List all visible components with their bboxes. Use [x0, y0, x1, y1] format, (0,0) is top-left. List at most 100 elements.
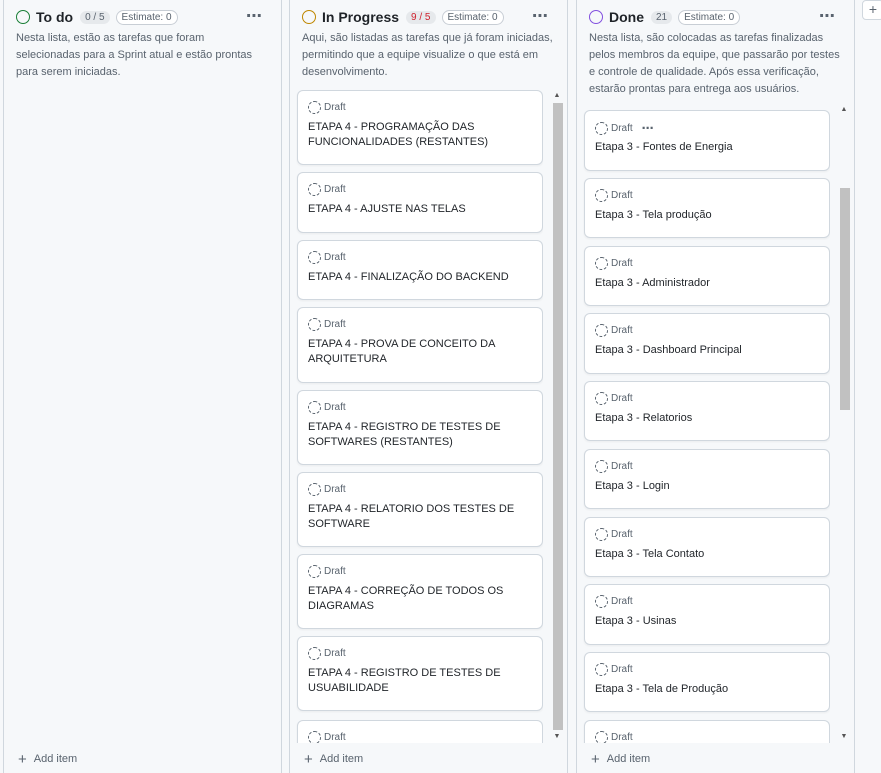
draft-icon [308, 318, 321, 331]
item-count-badge: 9 / 5 [406, 10, 436, 24]
card-item[interactable]: Draft ETAPA 4 - REGISTRO DE TESTES DE SO… [297, 390, 543, 465]
card-item[interactable]: Draft ETAPA 4 - FINALIZAÇÃO DO BACKEND [297, 240, 543, 300]
card-title[interactable]: Etapa 3 - Administrador [595, 276, 819, 291]
draft-text: Draft [324, 566, 346, 577]
draft-label: Draft ⋯ [595, 121, 655, 135]
estimate-badge: Estimate: 0 [678, 9, 741, 25]
card-item[interactable]: Draft ETAPA 4 - CORREÇÃO DE TODOS OS DIA… [297, 554, 543, 629]
column-menu-icon[interactable]: ⋯ [532, 6, 549, 26]
scroll-up-icon[interactable]: ▲ [551, 90, 563, 102]
card-item[interactable]: Draft Etapa 3 - Tela de Produção [584, 652, 830, 712]
column-in-progress: In Progress 9 / 5 Estimate: 0 ⋯ Aqui, sã… [289, 0, 568, 773]
card-item[interactable]: Draft [584, 720, 830, 743]
scroll-thumb[interactable] [553, 103, 563, 730]
card-title[interactable]: ETAPA 4 - PROGRAMAÇÃO DAS FUNCIONALIDADE… [308, 120, 532, 150]
card-title[interactable]: ETAPA 4 - REGISTRO DE TESTES DE SOFTWARE… [308, 420, 532, 450]
card-item[interactable]: Draft ETAPA 4 - PROGRAMAÇÃO DAS FUNCIONA… [297, 90, 543, 165]
scroll-down-icon[interactable]: ▼ [551, 731, 563, 743]
card-item[interactable]: Draft Etapa 3 - Relatorios [584, 381, 830, 441]
scrollbar[interactable]: ▲ ▼ [838, 104, 850, 743]
draft-text: Draft [324, 184, 346, 195]
draft-text: Draft [611, 664, 633, 675]
card-title[interactable]: ETAPA 4 - FINALIZAÇÃO DO BACKEND [308, 270, 532, 285]
scroll-thumb[interactable] [840, 188, 850, 410]
draft-label: Draft [595, 257, 633, 270]
scroll-down-icon[interactable]: ▼ [838, 731, 850, 743]
draft-icon [308, 251, 321, 264]
card-title[interactable]: Etapa 3 - Fontes de Energia [595, 140, 819, 155]
draft-label: Draft [308, 101, 346, 114]
draft-text: Draft [324, 102, 346, 113]
draft-text: Draft [324, 319, 346, 330]
column-header: To do 0 / 5 Estimate: 0 [4, 0, 281, 34]
card-title[interactable]: Etapa 3 - Usinas [595, 614, 819, 629]
draft-icon [595, 663, 608, 676]
column-menu-icon[interactable]: ⋯ [246, 6, 263, 26]
done-status-icon [589, 10, 603, 24]
card-title[interactable]: Etapa 3 - Dashboard Principal [595, 343, 819, 358]
draft-text: Draft [324, 402, 346, 413]
draft-text: Draft [324, 732, 346, 743]
card-item[interactable]: Draft Etapa 3 - Tela Contato [584, 517, 830, 577]
draft-label: Draft [308, 483, 346, 496]
draft-icon [308, 731, 321, 743]
card-item[interactable]: Draft Etapa 3 - Usinas [584, 584, 830, 645]
card-menu-icon[interactable]: ⋯ [642, 121, 655, 135]
draft-icon [308, 401, 321, 414]
plus-icon: + [591, 750, 600, 768]
draft-text: Draft [611, 190, 633, 201]
card-title[interactable]: Etapa 3 - Tela de Produção [595, 682, 819, 697]
card-title[interactable]: Etapa 3 - Tela produção [595, 208, 819, 223]
card-title[interactable]: ETAPA 4 - REGISTRO DE TESTES DE USUABILI… [308, 666, 532, 696]
add-item-button[interactable]: + Add item [591, 750, 651, 768]
draft-icon [595, 121, 608, 135]
card-item[interactable]: Draft Etapa 3 - Tela produção [584, 178, 830, 238]
draft-icon [595, 731, 608, 743]
draft-text: Draft [611, 325, 633, 336]
draft-text: Draft [324, 252, 346, 263]
card-item[interactable]: Draft Etapa 3 - Login [584, 449, 830, 509]
add-item-button[interactable]: + Add item [304, 752, 363, 767]
card-item[interactable]: Draft ETAPA 4 - RELATORIO DOS TESTES DE … [297, 472, 543, 547]
card-title[interactable]: ETAPA 4 - AJUSTE NAS TELAS [308, 202, 532, 217]
draft-label: Draft [595, 528, 633, 541]
card-item[interactable]: Draft Etapa 3 - Dashboard Principal [584, 313, 830, 374]
column-header: In Progress 9 / 5 Estimate: 0 [290, 0, 567, 34]
add-item-label: Add item [606, 753, 651, 765]
draft-label: Draft [308, 647, 346, 660]
card-title[interactable]: ETAPA 4 - RELATORIO DOS TESTES DE SOFTWA… [308, 502, 532, 532]
card-title[interactable]: Etapa 3 - Tela Contato [595, 547, 819, 562]
add-column-button[interactable]: + [862, 0, 881, 20]
card-item[interactable]: Draft ⋯ Etapa 3 - Fontes de Energia [584, 110, 830, 171]
scroll-up-icon[interactable]: ▲ [838, 104, 850, 116]
draft-text: Draft [611, 461, 633, 472]
draft-label: Draft [308, 565, 346, 578]
draft-icon [595, 189, 608, 202]
project-board: To do 0 / 5 Estimate: 0 ⋯ Nesta lista, e… [0, 0, 881, 773]
scrollbar[interactable]: ▲ ▼ [551, 90, 563, 743]
draft-label: Draft [308, 251, 346, 264]
todo-status-icon [16, 10, 30, 24]
item-count-badge: 0 / 5 [80, 10, 110, 24]
draft-text: Draft [611, 258, 633, 269]
draft-text: Draft [611, 732, 633, 743]
card-item[interactable]: Draft Etapa 3 - Administrador [584, 246, 830, 306]
card-item[interactable]: Draft [297, 720, 543, 743]
column-menu-icon[interactable]: ⋯ [819, 6, 836, 26]
draft-icon [595, 324, 608, 337]
card-item[interactable]: Draft ETAPA 4 - AJUSTE NAS TELAS [297, 172, 543, 233]
add-item-label: Add item [33, 753, 78, 765]
item-count-badge: 21 [651, 10, 673, 24]
card-title[interactable]: Etapa 3 - Relatorios [595, 411, 819, 426]
card-item[interactable]: Draft ETAPA 4 - REGISTRO DE TESTES DE US… [297, 636, 543, 711]
card-title[interactable]: Etapa 3 - Login [595, 479, 819, 494]
card-item[interactable]: Draft ETAPA 4 - PROVA DE CONCEITO DA ARQ… [297, 307, 543, 383]
draft-icon [308, 483, 321, 496]
draft-icon [595, 460, 608, 473]
column-description: Aqui, são listadas as tarefas que já for… [302, 32, 553, 78]
add-item-button[interactable]: + Add item [18, 752, 78, 767]
draft-text: Draft [611, 122, 633, 134]
card-title[interactable]: ETAPA 4 - PROVA DE CONCEITO DA ARQUITETU… [308, 337, 532, 367]
draft-icon [595, 595, 608, 608]
card-title[interactable]: ETAPA 4 - CORREÇÃO DE TODOS OS DIAGRAMAS [308, 584, 532, 614]
